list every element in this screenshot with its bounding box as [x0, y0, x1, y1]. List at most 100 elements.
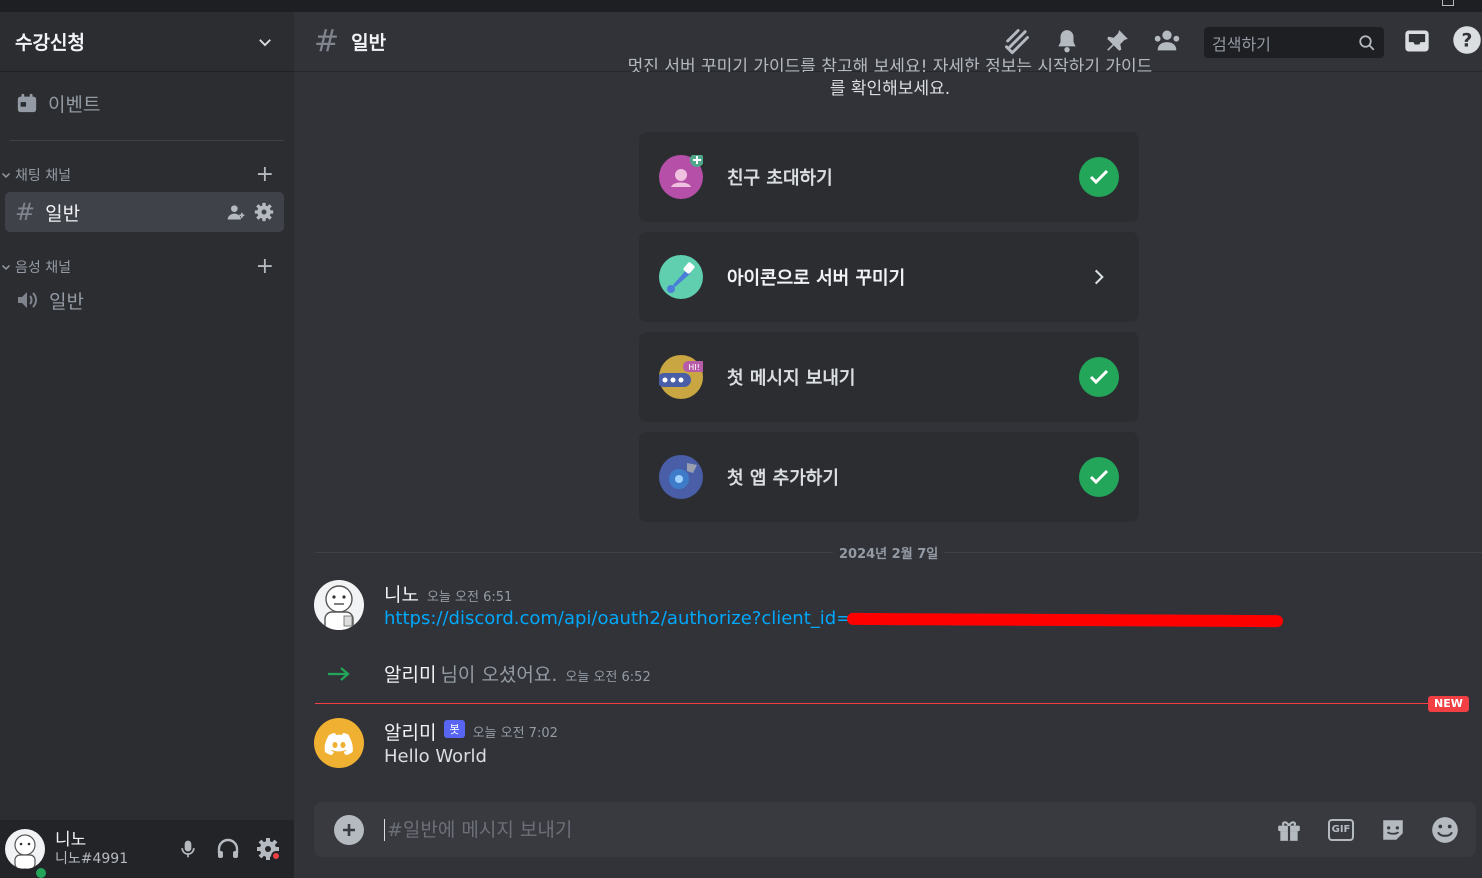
bell-icon	[1058, 30, 1076, 53]
pin-icon	[1107, 30, 1128, 51]
pins-button[interactable]	[1102, 26, 1132, 56]
welcome-guide-text: 멋진 서버 꾸미기 가이드를 참고해 보세요! 자세한 정보는 시작하기 가이드…	[600, 57, 1180, 104]
gift-button[interactable]	[1274, 815, 1304, 845]
user-settings-button[interactable]	[252, 833, 284, 865]
checklist-label: 친구 초대하기	[727, 168, 833, 189]
join-text: 님이 오셨어요.	[440, 664, 558, 686]
welcome-line-1: 멋진 서버 꾸미기 가이드를 참고해 보세요! 자세한 정보는 시작하기 가이드	[627, 57, 1153, 72]
channel-item-general[interactable]: # 일반	[5, 192, 284, 232]
avatar[interactable]	[314, 718, 364, 768]
divider	[10, 140, 284, 141]
user-name: 니노	[55, 830, 87, 850]
redaction-mark	[847, 612, 1284, 628]
category-text-channels[interactable]: 채팅 채널 +	[0, 164, 294, 186]
avatar	[5, 829, 45, 869]
chevron-down-icon	[1, 172, 11, 179]
checklist-label: 첫 앱 추가하기	[727, 468, 839, 489]
online-status-indicator	[33, 865, 49, 878]
message-content: Hello World	[384, 746, 487, 767]
notification-dot	[271, 851, 281, 861]
gif-button[interactable]: GIF	[1326, 815, 1356, 845]
upload-button[interactable]	[334, 814, 364, 845]
gift-icon	[1278, 820, 1300, 841]
user-tag: 니노#4991	[55, 851, 129, 867]
message-content: https://discord.com/api/oauth2/authorize…	[384, 608, 1284, 629]
message-timestamp: 오늘 오전 6:51	[426, 590, 513, 605]
inbox-button[interactable]	[1402, 26, 1432, 56]
emoji-button[interactable]	[1430, 815, 1460, 845]
message-timestamp: 오늘 오전 6:52	[565, 670, 651, 685]
new-badge: NEW	[1428, 696, 1469, 712]
hash-icon: #	[314, 24, 340, 59]
checklist-item-server-icon[interactable]: 아이콘으로 서버 꾸미기	[639, 232, 1139, 322]
message-link[interactable]: https://discord.com/api/oauth2/authorize…	[384, 608, 851, 629]
discord-logo-icon	[324, 733, 353, 755]
gif-icon: GIF	[1328, 818, 1354, 841]
microphone-icon	[181, 840, 195, 858]
inbox-icon	[1405, 30, 1429, 52]
events-label: 이벤트	[48, 93, 101, 116]
date-label: 2024년 2월 7일	[833, 543, 945, 562]
channel-item-voice-general[interactable]: 일반	[5, 280, 284, 320]
category-label: 음성 채널	[15, 260, 71, 276]
channel-name: 일반	[45, 202, 81, 225]
checklist-label: 아이콘으로 서버 꾸미기	[727, 268, 906, 289]
notifications-button[interactable]	[1052, 26, 1082, 56]
members-icon	[1154, 30, 1180, 51]
help-icon: ?	[1453, 26, 1481, 54]
channel-sidebar: 수강신청 이벤트 채팅 채널 + # 일반 음성 채널 + 일반	[0, 12, 294, 820]
svg-text:HI!: HI!	[688, 363, 700, 372]
window-control[interactable]	[1442, 0, 1454, 6]
member-list-button[interactable]	[1152, 26, 1182, 56]
threads-button[interactable]	[1002, 26, 1032, 56]
help-button[interactable]: ?	[1452, 25, 1482, 55]
checklist-item-invite-friends[interactable]: 친구 초대하기	[639, 132, 1139, 222]
invite-member-icon[interactable]	[226, 202, 246, 222]
add-channel-icon[interactable]: +	[256, 256, 274, 278]
join-author[interactable]: 알리미	[384, 660, 436, 687]
arrow-right-icon	[328, 667, 350, 681]
search-box[interactable]: 검색하기	[1204, 27, 1384, 58]
message-input[interactable]	[384, 818, 1274, 841]
server-header[interactable]: 수강신청	[0, 12, 294, 72]
mute-button[interactable]	[172, 833, 204, 865]
chevron-down-icon	[259, 38, 271, 46]
threads-icon	[1005, 29, 1029, 55]
message-author[interactable]: 니노	[384, 580, 419, 607]
window-top-strip	[0, 0, 1482, 12]
svg-text:?: ?	[1462, 30, 1473, 51]
sticker-icon	[1383, 819, 1403, 840]
events-button[interactable]: 이벤트	[8, 81, 286, 125]
channel-title: 일반	[351, 32, 387, 54]
chevron-down-icon	[1, 264, 11, 271]
calendar-icon	[17, 93, 37, 113]
emoji-icon	[1432, 816, 1458, 843]
checklist-item-add-app[interactable]: 첫 앱 추가하기	[639, 432, 1139, 522]
user-info[interactable]: 니노 니노#4991	[55, 830, 172, 868]
checkmark-icon	[1079, 157, 1119, 197]
date-divider: 2024년 2월 7일	[315, 543, 1482, 563]
new-messages-divider	[315, 703, 1430, 704]
channel-name: 일반	[49, 290, 84, 313]
speaker-icon	[18, 292, 37, 308]
category-voice-channels[interactable]: 음성 채널 +	[0, 256, 294, 278]
message-composer: GIF	[314, 802, 1476, 857]
chat-bubble-icon: HI!	[657, 355, 707, 399]
sticker-button[interactable]	[1378, 815, 1408, 845]
server-checklist: 친구 초대하기 아이콘으로 서버 꾸미기 HI! 첫 메시지 보내기 첫 앱 추…	[639, 132, 1139, 532]
category-label: 채팅 채널	[15, 168, 71, 184]
avatar[interactable]	[314, 580, 364, 630]
invite-friends-icon	[659, 153, 704, 199]
robot-app-icon	[659, 455, 703, 499]
checklist-item-first-message[interactable]: HI! 첫 메시지 보내기	[639, 332, 1139, 422]
message-author[interactable]: 알리미	[384, 718, 436, 745]
deafen-button[interactable]	[212, 833, 244, 865]
welcome-line-2: 를 확인해보세요.	[829, 79, 951, 99]
user-avatar-wrap[interactable]	[5, 829, 49, 878]
add-channel-icon[interactable]: +	[256, 164, 274, 186]
checkmark-icon	[1079, 457, 1119, 497]
gear-icon[interactable]	[254, 202, 274, 222]
search-placeholder: 검색하기	[1212, 34, 1271, 54]
bot-tag: 봇	[444, 719, 465, 738]
message-timestamp: 오늘 오전 7:02	[472, 726, 558, 741]
